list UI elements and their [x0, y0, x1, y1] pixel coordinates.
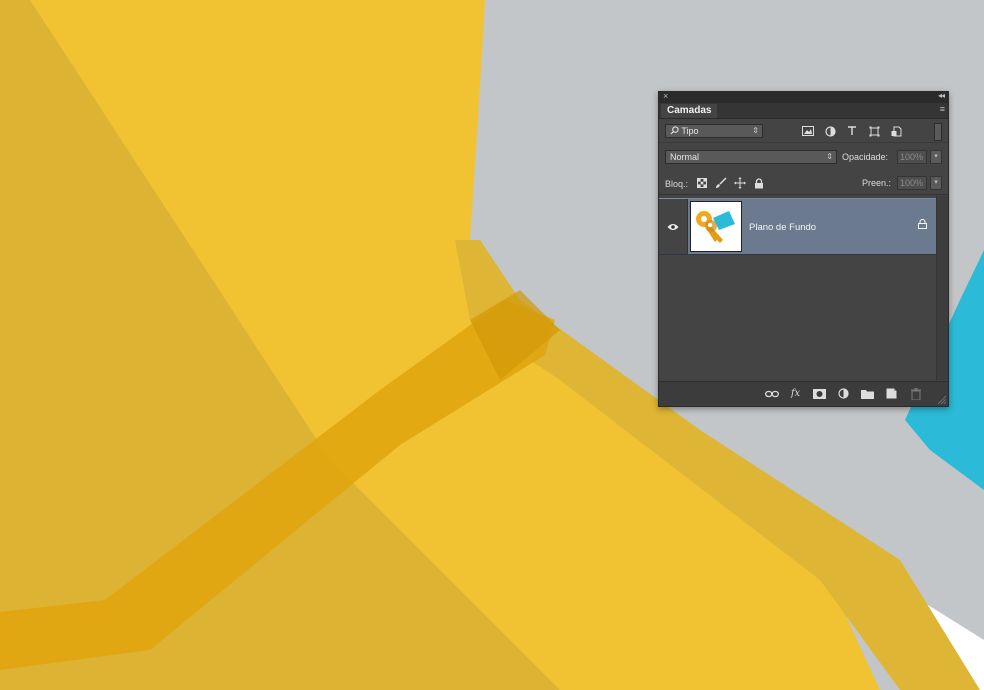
layer-locked-lock-icon	[918, 218, 927, 231]
lock-position-icon[interactable]	[733, 176, 747, 190]
keys-thumbnail-icon	[696, 211, 735, 243]
fx-icon[interactable]: fx	[787, 386, 804, 401]
panel-menu-icon[interactable]: ≡	[940, 104, 945, 114]
layers-list[interactable]: Plano de Fundo	[659, 196, 937, 380]
trash-icon[interactable]	[907, 386, 924, 401]
resize-grip-icon[interactable]	[938, 396, 946, 404]
filter-toggle-switch[interactable]	[934, 123, 942, 141]
select-arrows-icon: ⇕	[826, 152, 833, 161]
fill-dropdown-arrow[interactable]: ▾	[930, 176, 942, 190]
lock-transparent-icon[interactable]	[695, 176, 709, 190]
fill-label: Preen.:	[862, 178, 892, 188]
type-filter-icon[interactable]	[844, 124, 860, 138]
layer-mask-icon[interactable]	[811, 386, 828, 401]
panel-bottom-toolbar: fx	[659, 381, 948, 406]
link-layers-icon[interactable]	[763, 386, 780, 401]
blend-mode-value: Normal	[670, 152, 700, 162]
blend-row: Normal ⇕ Opacidade: 100% ▾	[659, 147, 948, 167]
filter-icons	[800, 124, 904, 138]
filter-row: Tipo ⇕	[659, 120, 948, 143]
panel-titlebar[interactable]: × ◂◂	[659, 91, 948, 103]
layer-thumbnail[interactable]	[690, 201, 742, 252]
layers-panel: × ◂◂ Camadas ≡ Tipo ⇕ Normal ⇕ Opacidade…	[658, 91, 949, 407]
lock-all-icon[interactable]	[752, 176, 766, 190]
opacity-label: Opacidade:	[842, 152, 889, 162]
new-layer-icon[interactable]	[883, 386, 900, 401]
blend-mode-select[interactable]: Normal ⇕	[665, 150, 837, 164]
filter-type-select[interactable]: Tipo ⇕	[665, 124, 763, 138]
eye-icon	[667, 223, 679, 230]
panel-tabbar: Camadas ≡	[659, 103, 948, 119]
layer-visibility-toggle[interactable]	[659, 199, 688, 254]
layer-row-background[interactable]: Plano de Fundo	[659, 198, 937, 255]
tab-layers[interactable]: Camadas	[661, 104, 718, 118]
smart-object-filter-icon[interactable]	[888, 124, 904, 138]
fill-field[interactable]: 100%	[897, 176, 927, 190]
image-filter-icon[interactable]	[800, 124, 816, 138]
collapse-icon[interactable]: ◂◂	[938, 91, 945, 100]
adjustment-layer-icon[interactable]	[835, 386, 852, 401]
adjustment-filter-icon[interactable]	[822, 124, 838, 138]
select-arrows-icon: ⇕	[752, 126, 759, 135]
opacity-field[interactable]: 100%	[897, 150, 927, 164]
group-folder-icon[interactable]	[859, 386, 876, 401]
shape-filter-icon[interactable]	[866, 124, 882, 138]
opacity-dropdown-arrow[interactable]: ▾	[930, 150, 942, 164]
filter-type-value: Tipo	[681, 126, 699, 136]
search-icon	[670, 126, 679, 135]
lock-pixels-icon[interactable]	[714, 176, 728, 190]
lock-row: Bloq.: Preen.: 100% ▾	[659, 172, 948, 195]
layer-name[interactable]: Plano de Fundo	[749, 222, 816, 233]
bottom-icons: fx	[763, 386, 924, 401]
lock-icons	[695, 176, 766, 190]
lock-label: Bloq.:	[665, 179, 689, 189]
layers-scrollbar[interactable]	[936, 196, 948, 380]
close-icon[interactable]: ×	[663, 91, 668, 101]
